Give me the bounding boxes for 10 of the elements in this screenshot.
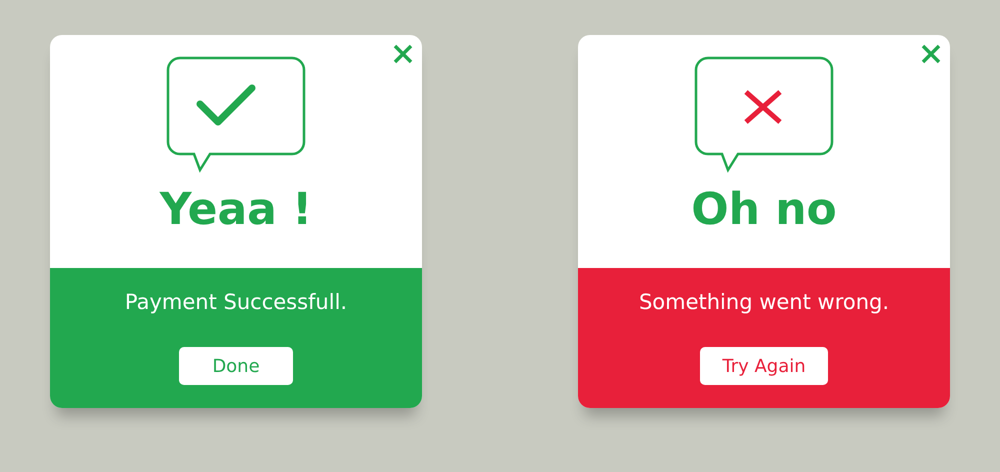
action-button[interactable]: Try Again <box>700 347 828 386</box>
action-button[interactable]: Done <box>179 347 293 386</box>
dialog-title: Yeaa ! <box>160 188 312 232</box>
speech-bubble-cross-icon <box>694 56 834 174</box>
speech-bubble-check-icon <box>166 56 306 174</box>
dialog-title: Oh no <box>691 188 837 232</box>
dialog-message: Payment Successfull. <box>124 290 348 316</box>
dialog-message: Something went wrong. <box>638 290 890 316</box>
close-icon[interactable] <box>920 43 942 65</box>
close-icon[interactable] <box>392 43 414 65</box>
